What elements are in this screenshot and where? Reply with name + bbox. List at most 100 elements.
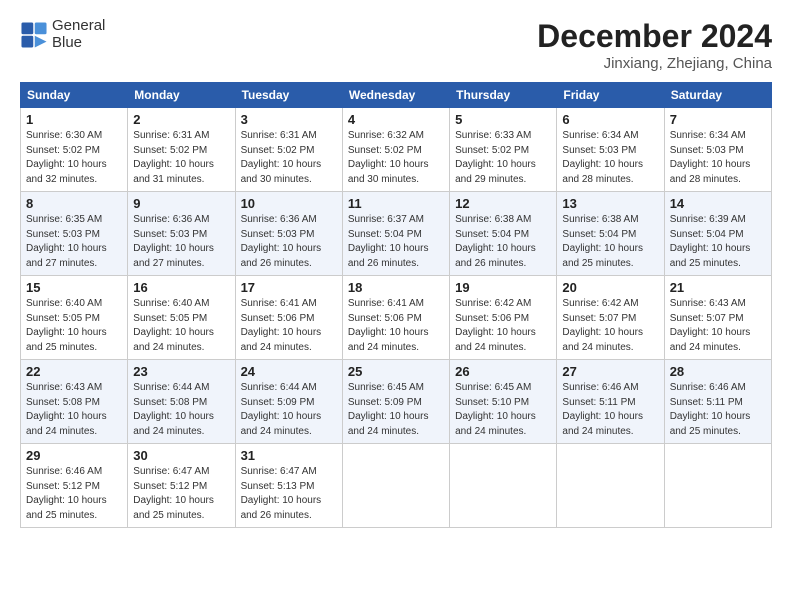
- calendar-cell: 6 Sunrise: 6:34 AMSunset: 5:03 PMDaylight…: [557, 108, 664, 192]
- day-info: Sunrise: 6:43 AMSunset: 5:07 PMDaylight:…: [670, 297, 766, 355]
- logo-text: General Blue: [52, 18, 105, 51]
- header-cell-friday: Friday: [557, 83, 664, 108]
- calendar-cell: 24Sunrise: 6:44 AMSunset: 5:09 PMDayligh…: [235, 360, 342, 444]
- day-info: Sunrise: 6:46 AMSunset: 5:11 PMDaylight:…: [562, 381, 658, 439]
- logo: General Blue: [20, 18, 105, 51]
- logo-line1: General: [52, 18, 105, 35]
- day-number: 30: [133, 448, 229, 463]
- calendar-cell: [450, 444, 557, 528]
- day-number: 19: [455, 280, 551, 295]
- day-info: Sunrise: 6:34 AMSunset: 5:03 PMDaylight:…: [670, 129, 766, 187]
- calendar-cell: 18 Sunrise: 6:41 AMSunset: 5:06 PMDayligh…: [342, 276, 449, 360]
- calendar-cell: [342, 444, 449, 528]
- day-number: 13: [562, 196, 658, 211]
- day-number: 8: [26, 196, 122, 211]
- day-number: 15: [26, 280, 122, 295]
- day-info: Sunrise: 6:36 AMSunset: 5:03 PMDaylight:…: [241, 213, 337, 271]
- logo-icon: [20, 21, 48, 49]
- header-cell-saturday: Saturday: [664, 83, 771, 108]
- header-cell-tuesday: Tuesday: [235, 83, 342, 108]
- day-info: Sunrise: 6:31 AMSunset: 5:02 PMDaylight:…: [241, 129, 337, 187]
- week-row-5: 29 Sunrise: 6:46 AMSunset: 5:12 PMDayligh…: [21, 444, 772, 528]
- day-number: 29: [26, 448, 122, 463]
- header-cell-thursday: Thursday: [450, 83, 557, 108]
- calendar-cell: 25 Sunrise: 6:45 AMSunset: 5:09 PMDayligh…: [342, 360, 449, 444]
- day-number: 10: [241, 196, 337, 211]
- day-info: Sunrise: 6:47 AMSunset: 5:12 PMDaylight:…: [133, 465, 229, 523]
- calendar-cell: 7Sunrise: 6:34 AMSunset: 5:03 PMDaylight…: [664, 108, 771, 192]
- calendar-cell: 19 Sunrise: 6:42 AMSunset: 5:06 PMDayligh…: [450, 276, 557, 360]
- day-info: Sunrise: 6:38 AMSunset: 5:04 PMDaylight:…: [455, 213, 551, 271]
- day-number: 6: [562, 112, 658, 127]
- week-row-4: 22Sunrise: 6:43 AMSunset: 5:08 PMDayligh…: [21, 360, 772, 444]
- calendar-cell: 15Sunrise: 6:40 AMSunset: 5:05 PMDayligh…: [21, 276, 128, 360]
- calendar-cell: 3 Sunrise: 6:31 AMSunset: 5:02 PMDaylight…: [235, 108, 342, 192]
- day-number: 12: [455, 196, 551, 211]
- header: General Blue December 2024 Jinxiang, Zhe…: [20, 18, 772, 72]
- day-number: 4: [348, 112, 444, 127]
- calendar-cell: 13Sunrise: 6:38 AMSunset: 5:04 PMDayligh…: [557, 192, 664, 276]
- calendar-cell: 28 Sunrise: 6:46 AMSunset: 5:11 PMDayligh…: [664, 360, 771, 444]
- day-number: 25: [348, 364, 444, 379]
- header-cell-monday: Monday: [128, 83, 235, 108]
- day-info: Sunrise: 6:36 AMSunset: 5:03 PMDaylight:…: [133, 213, 229, 271]
- calendar-cell: 20 Sunrise: 6:42 AMSunset: 5:07 PMDayligh…: [557, 276, 664, 360]
- day-info: Sunrise: 6:32 AMSunset: 5:02 PMDaylight:…: [348, 129, 444, 187]
- week-row-1: 1Sunrise: 6:30 AMSunset: 5:02 PMDaylight…: [21, 108, 772, 192]
- day-number: 22: [26, 364, 122, 379]
- day-number: 31: [241, 448, 337, 463]
- calendar-cell: 27Sunrise: 6:46 AMSunset: 5:11 PMDayligh…: [557, 360, 664, 444]
- calendar-cell: [664, 444, 771, 528]
- calendar-cell: 10 Sunrise: 6:36 AMSunset: 5:03 PMDayligh…: [235, 192, 342, 276]
- day-info: Sunrise: 6:31 AMSunset: 5:02 PMDaylight:…: [133, 129, 229, 187]
- day-number: 17: [241, 280, 337, 295]
- header-row: SundayMondayTuesdayWednesdayThursdayFrid…: [21, 83, 772, 108]
- day-info: Sunrise: 6:33 AMSunset: 5:02 PMDaylight:…: [455, 129, 551, 187]
- day-info: Sunrise: 6:44 AMSunset: 5:08 PMDaylight:…: [133, 381, 229, 439]
- day-number: 21: [670, 280, 766, 295]
- week-row-2: 8 Sunrise: 6:35 AMSunset: 5:03 PMDaylight…: [21, 192, 772, 276]
- header-cell-sunday: Sunday: [21, 83, 128, 108]
- calendar-cell: 11Sunrise: 6:37 AMSunset: 5:04 PMDayligh…: [342, 192, 449, 276]
- logo-line2: Blue: [52, 35, 105, 52]
- day-info: Sunrise: 6:47 AMSunset: 5:13 PMDaylight:…: [241, 465, 337, 523]
- calendar-cell: 17 Sunrise: 6:41 AMSunset: 5:06 PMDayligh…: [235, 276, 342, 360]
- day-number: 18: [348, 280, 444, 295]
- day-info: Sunrise: 6:39 AMSunset: 5:04 PMDaylight:…: [670, 213, 766, 271]
- day-number: 23: [133, 364, 229, 379]
- day-info: Sunrise: 6:46 AMSunset: 5:11 PMDaylight:…: [670, 381, 766, 439]
- day-number: 11: [348, 196, 444, 211]
- day-number: 9: [133, 196, 229, 211]
- calendar-cell: 30 Sunrise: 6:47 AMSunset: 5:12 PMDayligh…: [128, 444, 235, 528]
- main-title: December 2024: [537, 18, 772, 55]
- calendar-cell: 12 Sunrise: 6:38 AMSunset: 5:04 PMDayligh…: [450, 192, 557, 276]
- day-info: Sunrise: 6:42 AMSunset: 5:06 PMDaylight:…: [455, 297, 551, 355]
- day-info: Sunrise: 6:40 AMSunset: 5:05 PMDaylight:…: [133, 297, 229, 355]
- day-info: Sunrise: 6:41 AMSunset: 5:06 PMDaylight:…: [241, 297, 337, 355]
- day-info: Sunrise: 6:46 AMSunset: 5:12 PMDaylight:…: [26, 465, 122, 523]
- calendar-cell: 5Sunrise: 6:33 AMSunset: 5:02 PMDaylight…: [450, 108, 557, 192]
- day-info: Sunrise: 6:34 AMSunset: 5:03 PMDaylight:…: [562, 129, 658, 187]
- calendar-cell: 16Sunrise: 6:40 AMSunset: 5:05 PMDayligh…: [128, 276, 235, 360]
- day-info: Sunrise: 6:41 AMSunset: 5:06 PMDaylight:…: [348, 297, 444, 355]
- title-area: December 2024 Jinxiang, Zhejiang, China: [537, 18, 772, 72]
- header-cell-wednesday: Wednesday: [342, 83, 449, 108]
- calendar-cell: [557, 444, 664, 528]
- day-info: Sunrise: 6:45 AMSunset: 5:09 PMDaylight:…: [348, 381, 444, 439]
- day-number: 20: [562, 280, 658, 295]
- page-container: General Blue December 2024 Jinxiang, Zhe…: [0, 0, 792, 538]
- calendar-cell: 2 Sunrise: 6:31 AMSunset: 5:02 PMDaylight…: [128, 108, 235, 192]
- calendar-cell: 21 Sunrise: 6:43 AMSunset: 5:07 PMDayligh…: [664, 276, 771, 360]
- calendar-table: SundayMondayTuesdayWednesdayThursdayFrid…: [20, 82, 772, 528]
- calendar-cell: 14Sunrise: 6:39 AMSunset: 5:04 PMDayligh…: [664, 192, 771, 276]
- day-number: 1: [26, 112, 122, 127]
- calendar-cell: 23 Sunrise: 6:44 AMSunset: 5:08 PMDayligh…: [128, 360, 235, 444]
- day-info: Sunrise: 6:42 AMSunset: 5:07 PMDaylight:…: [562, 297, 658, 355]
- day-number: 28: [670, 364, 766, 379]
- day-number: 2: [133, 112, 229, 127]
- calendar-cell: 8 Sunrise: 6:35 AMSunset: 5:03 PMDaylight…: [21, 192, 128, 276]
- day-info: Sunrise: 6:44 AMSunset: 5:09 PMDaylight:…: [241, 381, 337, 439]
- day-number: 3: [241, 112, 337, 127]
- day-number: 26: [455, 364, 551, 379]
- day-info: Sunrise: 6:35 AMSunset: 5:03 PMDaylight:…: [26, 213, 122, 271]
